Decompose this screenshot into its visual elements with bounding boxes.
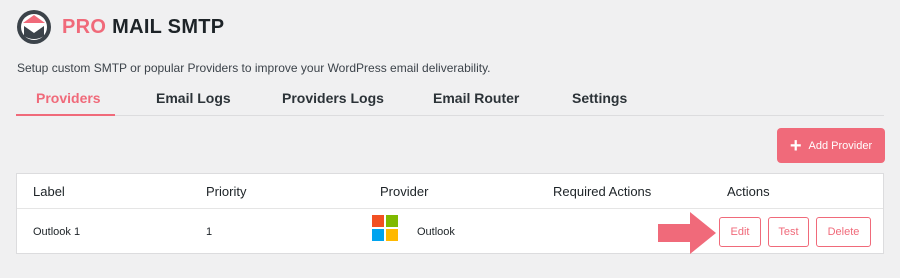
row-label: Outlook 1 xyxy=(33,226,81,238)
tab-bar: Providers Email Logs Providers Logs Emai… xyxy=(16,82,884,116)
column-header-required-actions: Required Actions xyxy=(553,184,652,199)
app-title-accent: PRO xyxy=(62,15,107,38)
plus-icon: + xyxy=(789,134,802,157)
active-tab-indicator xyxy=(16,114,115,116)
app-header: PRO MAIL SMTP xyxy=(16,9,224,45)
tab-divider xyxy=(16,115,884,116)
app-title-main: MAIL SMTP xyxy=(112,15,225,38)
tab-email-logs[interactable]: Email Logs xyxy=(156,90,231,106)
column-header-priority: Priority xyxy=(206,184,247,199)
providers-table: Label Priority Provider Required Actions… xyxy=(16,173,884,254)
row-priority: 1 xyxy=(206,226,213,238)
tab-providers[interactable]: Providers xyxy=(36,90,101,106)
add-provider-button[interactable]: + Add Provider xyxy=(777,128,885,163)
microsoft-logo-icon xyxy=(372,215,398,241)
pro-mail-smtp-logo-icon xyxy=(17,10,51,44)
app-title: PRO MAIL SMTP xyxy=(62,16,224,39)
tab-settings[interactable]: Settings xyxy=(572,90,627,106)
header-divider xyxy=(17,208,883,209)
delete-button[interactable]: Delete xyxy=(816,217,871,247)
edit-button[interactable]: Edit xyxy=(719,217,761,247)
column-header-actions: Actions xyxy=(727,184,770,199)
tab-email-router[interactable]: Email Router xyxy=(433,90,519,106)
add-provider-label: Add Provider xyxy=(808,139,873,152)
column-header-label: Label xyxy=(33,184,65,199)
arrow-right-icon xyxy=(658,212,716,254)
test-button[interactable]: Test xyxy=(768,217,809,247)
row-provider: Outlook xyxy=(417,226,455,238)
tab-providers-logs[interactable]: Providers Logs xyxy=(282,90,384,106)
column-header-provider: Provider xyxy=(380,184,429,199)
page-subtitle: Setup custom SMTP or popular Providers t… xyxy=(17,61,491,75)
